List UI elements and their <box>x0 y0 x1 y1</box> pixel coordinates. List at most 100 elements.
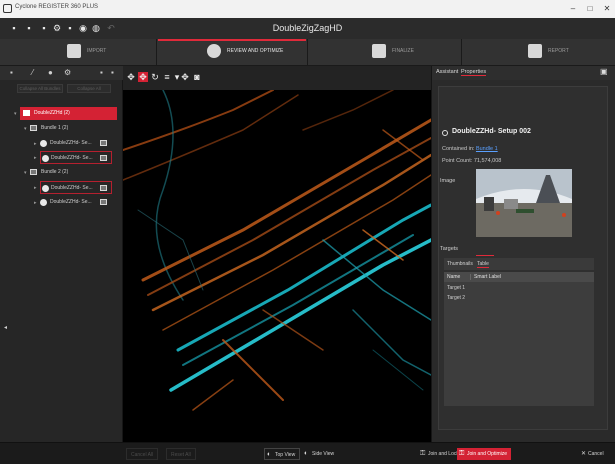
targets-accent-line <box>476 255 494 256</box>
properties-panel: Assistant Properties ▣ DoubleZZHd- Setup… <box>431 66 615 442</box>
settings-tab-icon[interactable]: ⚙ <box>64 69 72 77</box>
chevron-right-icon[interactable]: ▸ <box>34 200 37 206</box>
bundle-link[interactable]: Bundle 1 <box>476 146 498 152</box>
tree-bundle-2[interactable]: Bundle 2 (2) <box>30 166 110 179</box>
step-divider <box>461 39 462 66</box>
table-row[interactable]: Target 1 <box>444 283 594 293</box>
review-magnifier-icon <box>207 44 221 58</box>
step-divider <box>307 39 308 66</box>
setup-scan-icon <box>42 155 49 162</box>
workflow-step-report[interactable]: REPORT <box>528 42 608 63</box>
reset-all-button[interactable]: Reset All <box>166 448 196 460</box>
image-icon[interactable] <box>100 155 107 161</box>
image-icon[interactable] <box>100 140 107 146</box>
collapse-panel-arrow-icon[interactable]: ◂ <box>4 324 7 331</box>
targets-tab-icon[interactable]: ● <box>48 69 56 77</box>
optimize-icon: ⚿ <box>459 450 465 457</box>
filter-icon[interactable]: ▪ <box>111 69 119 77</box>
window-title: Cyclone REGISTER 360 PLUS <box>15 4 99 10</box>
side-view-button[interactable]: ◐ Side View <box>302 448 338 460</box>
minimize-button[interactable]: – <box>567 3 579 15</box>
chevron-down-icon[interactable]: ▾ <box>24 126 27 132</box>
step-divider <box>156 39 157 66</box>
project-icon <box>23 110 30 116</box>
viewport-toolbar: ✥ ✥ ↻ ≡ ▾ ✥ ◙ <box>123 66 431 90</box>
collapse-all-button[interactable]: Collapse All <box>67 84 111 93</box>
setup-panorama-thumbnail[interactable] <box>476 169 572 237</box>
point-cloud-render <box>123 90 431 411</box>
tab-properties[interactable]: Properties <box>461 69 487 76</box>
setup-scan-icon <box>42 185 49 192</box>
close-icon: ✕ <box>581 451 587 457</box>
targets-table-header: Name Smart Label <box>444 272 594 282</box>
bundle-icon <box>30 125 37 131</box>
workflow-step-import[interactable]: IMPORT <box>67 42 147 63</box>
image-icon[interactable] <box>100 185 107 191</box>
tab-assistant[interactable]: Assistant <box>436 69 458 75</box>
document-title: DoubleZigZagHD <box>272 23 343 33</box>
eye-icon: ◐ <box>304 450 309 457</box>
panel-options-icon[interactable]: ▣ <box>600 67 608 76</box>
image-icon[interactable] <box>100 199 107 205</box>
cancel-button[interactable]: ✕ Cancel <box>580 448 608 460</box>
chevron-right-icon[interactable]: ▸ <box>34 185 37 191</box>
rotate-tool-icon[interactable]: ✥ <box>138 72 148 82</box>
column-name[interactable]: Name <box>447 274 460 280</box>
cancel-all-button[interactable]: Cancel All <box>126 448 159 460</box>
eye-icon: ◐ <box>267 451 272 458</box>
bottom-action-bar: Cancel All Reset All ◐ Top View ◐ Side V… <box>0 442 615 464</box>
setup-name-heading: DoubleZZHd- Setup 002 <box>452 128 531 135</box>
close-window-button[interactable]: ✕ <box>601 3 613 15</box>
main-toolbar: ▪ ▪ ▪ ⚙ ▪ ◉ ◍ ↶ DoubleZigZagHD <box>0 18 615 39</box>
lock-icon: ⚿ <box>420 450 426 457</box>
import-icon <box>67 44 81 58</box>
point-cloud-viewport[interactable] <box>123 90 431 442</box>
setups-tab-icon[interactable]: ▪ <box>10 69 18 77</box>
image-section-label: Image <box>440 178 456 184</box>
tree-bundle-1[interactable]: Bundle 1 (2) <box>30 122 110 135</box>
chevron-down-icon[interactable]: ▾ <box>14 111 17 117</box>
setup-scan-icon <box>40 140 47 147</box>
maximize-button[interactable]: □ <box>584 3 596 15</box>
app-logo-icon <box>3 4 12 13</box>
point-count-row: Point Count: 71,574,008 <box>442 158 502 164</box>
targets-table: Name Smart Label Target 1 Target 2 <box>444 272 594 406</box>
workflow-step-review[interactable]: REVIEW AND OPTIMIZE <box>207 42 297 63</box>
screenshot-icon[interactable]: ◙ <box>192 72 202 82</box>
join-and-optimize-button[interactable]: ⚿ Join and Optimize <box>457 448 512 460</box>
right-panel-tabs: Assistant Properties ▣ <box>432 66 615 80</box>
collapse-bundles-button[interactable]: Collapse All Bundles <box>17 84 63 93</box>
column-smart-label[interactable]: Smart Label <box>470 274 501 280</box>
tab-table[interactable]: Table <box>477 261 489 268</box>
layers-icon[interactable]: ≡ <box>162 72 172 82</box>
window-title-bar: Cyclone REGISTER 360 PLUS – □ ✕ <box>0 0 615 18</box>
expand-icon[interactable]: ▪ <box>100 69 108 77</box>
move-tool-icon[interactable]: ✥ <box>126 72 136 82</box>
tree-setup-item[interactable]: DoubleZZHd- Se... <box>40 196 112 209</box>
target-view-tabs: Thumbnails Table <box>444 258 594 270</box>
finalize-checkbox-icon <box>372 44 386 58</box>
tree-root-project[interactable]: DoubleZZHd (2) <box>20 107 117 120</box>
report-document-icon <box>528 44 542 58</box>
contained-in-row: Contained in: Bundle 1 <box>442 146 498 152</box>
chevron-down-icon[interactable]: ▾ <box>24 170 27 176</box>
project-tree-panel: ▪ ⁄ ● ⚙ ▪ ▪ Collapse All Bundles Collaps… <box>0 66 123 442</box>
table-row[interactable]: Target 2 <box>444 293 594 303</box>
chevron-right-icon[interactable]: ▸ <box>34 141 37 147</box>
bundle-icon <box>30 169 37 175</box>
chevron-right-icon[interactable]: ▸ <box>34 155 37 161</box>
tree-setup-item[interactable]: DoubleZZHd- Se... <box>40 151 112 164</box>
targets-section-label: Targets <box>440 246 459 252</box>
left-panel-tabs: ▪ ⁄ ● ⚙ ▪ ▪ <box>0 66 123 80</box>
reset-icon[interactable]: ↻ <box>150 72 160 82</box>
workflow-step-finalize[interactable]: FINALIZE <box>372 42 452 63</box>
top-view-button[interactable]: ◐ Top View <box>264 448 301 460</box>
link-tab-icon[interactable]: ⁄ <box>32 69 40 77</box>
tree-setup-item[interactable]: DoubleZZHd- Se... <box>40 181 112 194</box>
setup-scan-icon <box>40 199 47 206</box>
pan-tool-icon[interactable]: ✥ <box>180 72 190 82</box>
tab-thumbnails[interactable]: Thumbnails <box>447 261 473 267</box>
tree-setup-item[interactable]: DoubleZZHd- Se... <box>40 137 112 150</box>
active-step-indicator <box>158 39 306 41</box>
setup-scan-icon <box>442 130 448 136</box>
